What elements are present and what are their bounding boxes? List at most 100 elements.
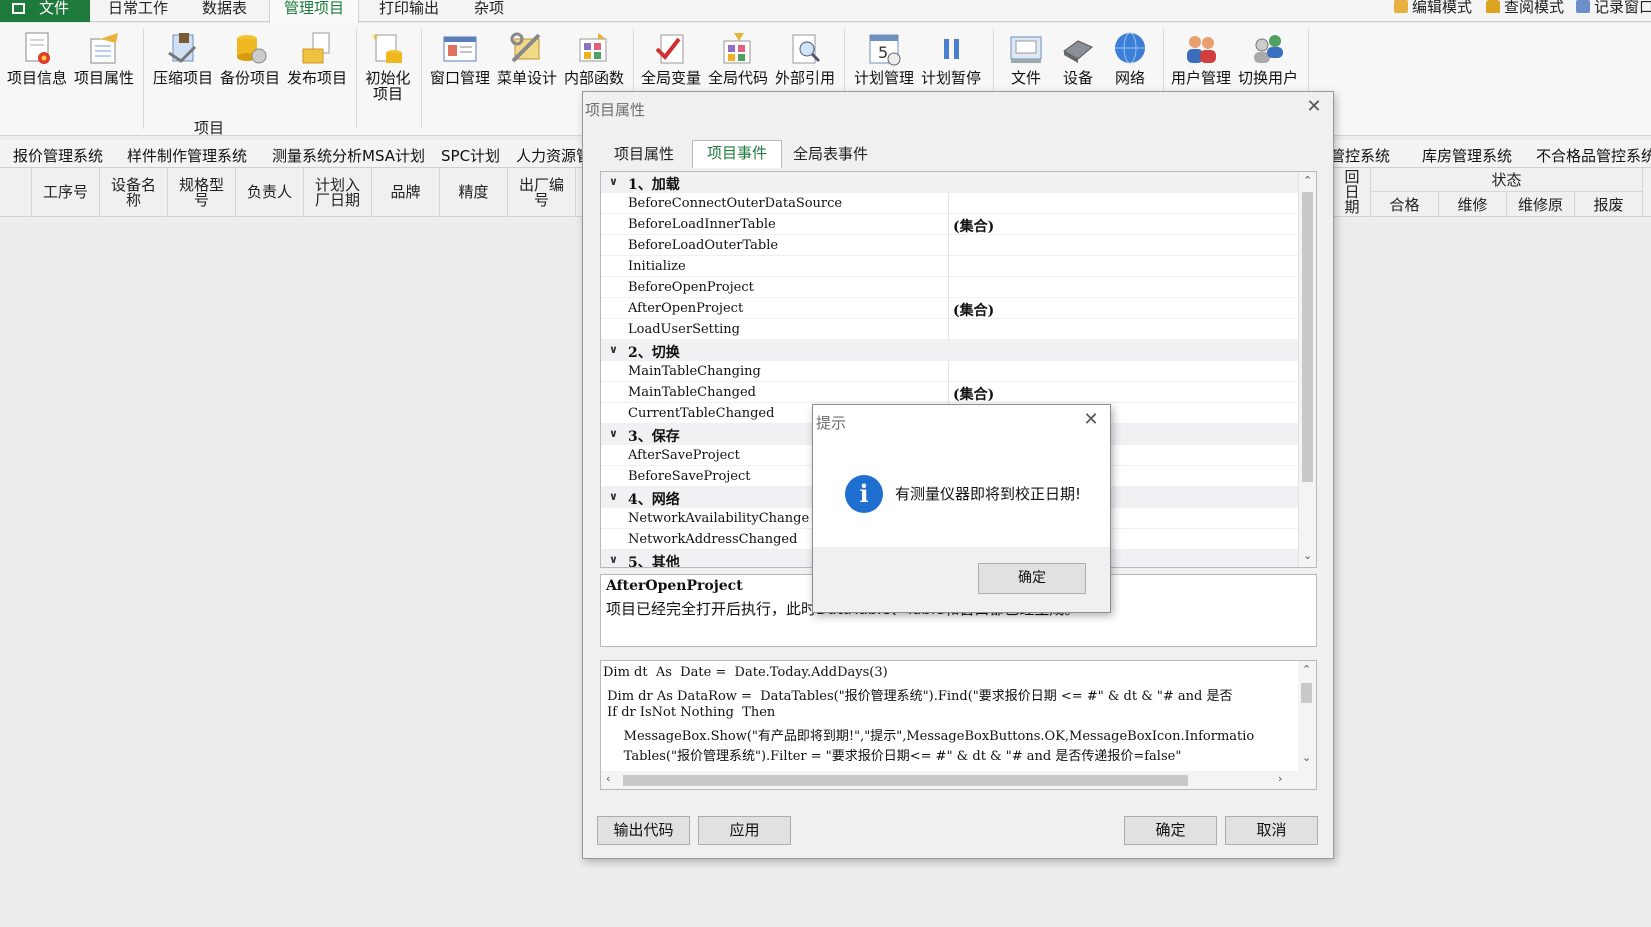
tab-data-table[interactable]: 数据表 [188,0,261,22]
project-properties-button[interactable]: 项目属性 [72,31,136,87]
publish-project-button[interactable]: 发布项目 [285,31,349,87]
code-editor[interactable]: Dim dt As Date = Date.Today.AddDays(3) D… [600,660,1317,790]
window-manage-button[interactable]: 窗口管理 [428,31,492,87]
tab-manage-project[interactable]: 管理项目 [269,0,360,23]
event-row[interactable]: BeforeLoadOuterTable [601,235,1299,256]
backup-project-button[interactable]: 备份项目 [218,31,282,87]
table-tab-spc[interactable]: SPC计划 [441,145,500,166]
column-header[interactable]: 维修 [1439,192,1507,216]
internal-function-button[interactable]: 内部函数 [562,31,626,87]
column-header[interactable]: 精度 [440,168,508,217]
edit-mode-button[interactable]: 编辑模式 [1394,0,1472,20]
device-button[interactable]: 设备 [1054,31,1102,87]
device-icon [1060,31,1096,67]
event-row[interactable]: MainTableChanging [601,361,1299,382]
global-code-button[interactable]: 全局代码 [706,31,770,87]
view-mode-button[interactable]: 查阅模式 [1486,0,1564,20]
global-variable-icon [653,31,689,67]
column-header[interactable]: 回日期 [1334,168,1371,217]
scroll-left-icon[interactable]: ‹ [606,772,610,785]
dialog-cancel-button[interactable]: 取消 [1225,816,1318,845]
event-category-row[interactable]: ∨ 2、切换 [601,340,1299,361]
chevron-down-icon[interactable]: ∨ [609,175,618,188]
scroll-down-icon[interactable]: ⌄ [1302,751,1311,764]
table-tab-warehouse[interactable]: 库房管理系统 [1422,145,1512,166]
plan-manage-button[interactable]: 5 计划管理 [852,31,916,87]
dialog-ok-button[interactable]: 确定 [1124,816,1217,845]
column-header[interactable]: 规格型号 [168,168,236,217]
apply-button[interactable]: 应用 [698,816,791,845]
scroll-up-icon[interactable]: ⌃ [1303,174,1312,187]
row-selector-header[interactable] [0,168,32,217]
event-row[interactable]: AfterOpenProject (集合) [601,298,1299,319]
svg-text:*: * [372,32,378,46]
tab-project-events[interactable]: 项目事件 [692,140,783,168]
init-project-button[interactable]: * 初始化 项目 [362,31,414,102]
event-category-row[interactable]: ∨ 1、加载 [601,172,1299,193]
column-divider [948,319,949,340]
scrollbar-thumb[interactable] [1302,192,1313,482]
code-horizontal-scrollbar[interactable]: ‹ › [601,771,1316,789]
scroll-up-icon[interactable]: ⌃ [1302,663,1311,676]
column-header[interactable]: 计划入厂日期 [304,168,372,217]
scroll-down-icon[interactable]: ⌄ [1303,549,1312,562]
event-row[interactable]: BeforeConnectOuterDataSource [601,193,1299,214]
event-value[interactable]: (集合) [953,216,994,236]
table-tab-hr[interactable]: 人力资源管 [516,145,591,166]
tab-daily-work[interactable]: 日常工作 [94,0,182,22]
chevron-down-icon[interactable]: ∨ [609,427,618,440]
tab-print-output[interactable]: 打印输出 [365,0,453,22]
column-header[interactable]: 负责人 [236,168,304,217]
event-row[interactable]: BeforeOpenProject [601,277,1299,298]
event-name: 2、切换 [628,345,680,361]
project-info-button[interactable]: 项目信息 [5,31,69,87]
vertical-scrollbar[interactable]: ⌃ ⌄ [1298,172,1316,567]
network-button[interactable]: 网络 [1106,31,1154,87]
column-header[interactable]: 品牌 [372,168,440,217]
table-tab-sample[interactable]: 样件制作管理系统 [127,145,247,166]
column-header[interactable]: 合格 [1371,192,1439,216]
tab-project-properties[interactable]: 项目属性 [599,141,689,167]
scroll-right-icon[interactable]: › [1278,772,1282,785]
dialog-close-icon[interactable]: ✕ [1303,96,1325,118]
event-row[interactable]: BeforeLoadInnerTable (集合) [601,214,1299,235]
scrollbar-thumb[interactable] [1301,683,1312,703]
record-window-button[interactable]: 记录窗口 [1576,0,1651,20]
message-box-close-icon[interactable]: ✕ [1080,409,1102,431]
chevron-down-icon[interactable]: ∨ [609,553,618,566]
column-header[interactable]: 维修原 [1507,192,1575,216]
table-tab-control[interactable]: 管控系统 [1330,145,1390,166]
tab-file[interactable]: 文件 [0,0,90,22]
event-value[interactable]: (集合) [953,300,994,320]
global-variable-button[interactable]: 全局变量 [639,31,703,87]
compress-project-button[interactable]: 压缩项目 [151,31,215,87]
menu-design-button[interactable]: 菜单设计 [495,31,559,87]
ribbon-separator [356,29,357,129]
table-tab-nonconforming[interactable]: 不合格品管控系统 [1536,145,1651,166]
plan-pause-button[interactable]: 计划暂停 [919,31,983,87]
scrollbar-thumb[interactable] [623,775,1188,786]
column-header[interactable]: 出厂编号 [508,168,576,217]
message-ok-button[interactable]: 确定 [978,563,1086,594]
event-row[interactable]: LoadUserSetting [601,319,1299,340]
switch-user-button[interactable]: 切换用户 [1236,31,1300,87]
external-reference-button[interactable]: 外部引用 [773,31,837,87]
user-manage-button[interactable]: 用户管理 [1169,31,1233,87]
chevron-down-icon[interactable]: ∨ [609,490,618,503]
column-header[interactable]: 工序号 [32,168,100,217]
column-header[interactable]: 设备名称 [100,168,168,217]
event-row[interactable]: Initialize [601,256,1299,277]
column-header[interactable]: 报废 [1575,192,1643,216]
code-vertical-scrollbar[interactable]: ⌃ ⌄ [1298,661,1316,771]
tab-global-table-events[interactable]: 全局表事件 [778,141,883,167]
event-row[interactable]: MainTableChanged (集合) [601,382,1299,403]
menu-bar: 文件 日常工作 数据表 管理项目 打印输出 杂项 编辑模式 查阅模式 记录窗口 [0,0,1651,23]
chevron-down-icon[interactable]: ∨ [609,343,618,356]
table-tab-quote[interactable]: 报价管理系统 [13,145,103,166]
export-code-button[interactable]: 输出代码 [597,816,690,845]
table-tab-msa[interactable]: 测量系统分析MSA计划 [272,145,425,166]
event-value[interactable]: (集合) [953,384,994,404]
file-icon [1008,31,1044,67]
tab-misc[interactable]: 杂项 [460,0,518,22]
file-button[interactable]: 文件 [1002,31,1050,87]
